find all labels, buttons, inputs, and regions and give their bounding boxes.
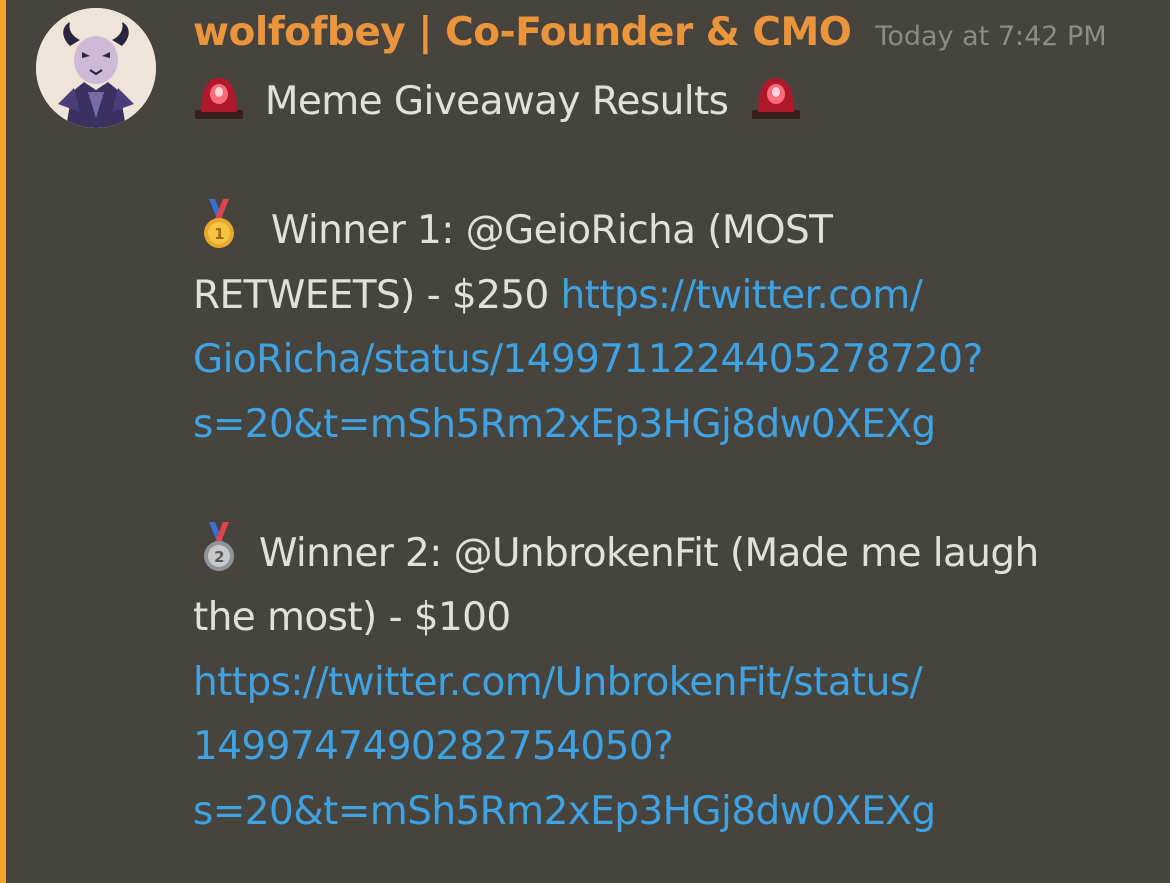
tweet-link[interactable]: GioRicha/status/1499711224405278720? [193, 328, 1123, 393]
author-avatar[interactable] [36, 8, 156, 128]
second-place-medal-icon: 2 [201, 521, 237, 572]
title-line: Meme Giveaway Results [193, 70, 1123, 135]
first-place-medal-icon: 1 [201, 199, 237, 249]
tweet-link[interactable]: s=20&t=mSh5Rm2xEp3HGj8dw0XEXg [193, 780, 1123, 845]
svg-text:2: 2 [214, 548, 224, 566]
winner-text: Winner 2: @UnbrokenFit (Made me laugh [258, 530, 1039, 576]
tweet-link[interactable]: s=20&t=mSh5Rm2xEp3HGj8dw0XEXg [193, 393, 1123, 458]
winner-text: the most) - $100 [193, 595, 511, 640]
message-content: Meme Giveaway Results 1 Winner 1: @GeioR… [193, 70, 1123, 844]
tweet-link[interactable]: 1499747490282754050? [193, 715, 1123, 780]
winner-line: RETWEETS) - $250 https://twitter.com/ [193, 264, 1123, 329]
winner-text: Winner 1: @GeioRicha (MOST [270, 208, 833, 253]
message-header: wolfofbey | Co-Founder & CMO Today at 7:4… [193, 10, 1107, 70]
message-timestamp[interactable]: Today at 7:42 PM [875, 21, 1106, 52]
tweet-link[interactable]: https://twitter.com/UnbrokenFit/status/ [193, 651, 1123, 716]
rotating-light-icon [750, 76, 802, 120]
author-name[interactable]: wolfofbey | Co-Founder & CMO [193, 10, 852, 55]
winner-line: 1 Winner 1: @GeioRicha (MOST [193, 199, 1123, 264]
rotating-light-icon [193, 76, 245, 120]
chat-message: wolfofbey | Co-Founder & CMO Today at 7:4… [0, 0, 1170, 883]
message-title: Meme Giveaway Results [264, 79, 729, 124]
winner-line: 2 Winner 2: @UnbrokenFit (Made me laugh [193, 521, 1123, 587]
horned-character-avatar [36, 8, 156, 128]
mention-highlight-bar [0, 0, 6, 883]
tweet-link[interactable]: https://twitter.com/ [561, 273, 923, 318]
winner-text: RETWEETS) - $250 [193, 272, 549, 318]
svg-text:1: 1 [214, 225, 224, 243]
